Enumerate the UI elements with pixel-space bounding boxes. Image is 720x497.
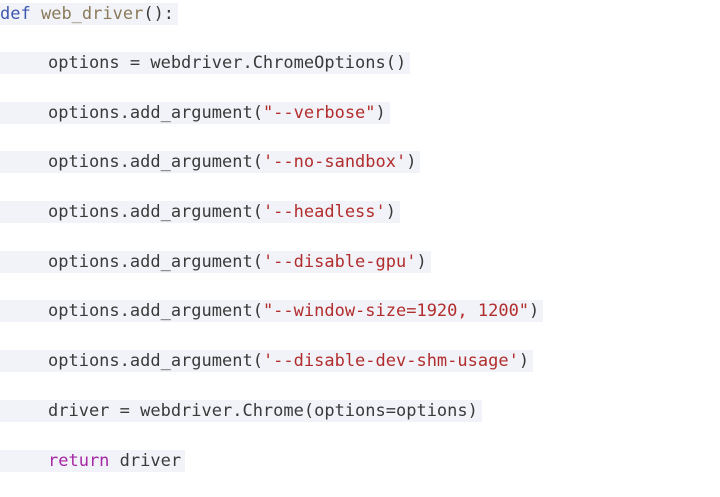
arg-call: options.add_argument( — [48, 351, 263, 371]
code-line-disable-dev-shm: options.add_argument('--disable-dev-shm-… — [0, 350, 534, 372]
arg-disable-dev-shm: '--disable-dev-shm-usage' — [262, 351, 519, 371]
def-keyword: def — [0, 4, 31, 24]
code-line-no-sandbox: options.add_argument('--no-sandbox') — [0, 151, 421, 173]
arg-close: ) — [518, 351, 530, 371]
code-line-disable-gpu: options.add_argument('--disable-gpu') — [0, 251, 431, 273]
arg-verbose: "--verbose" — [262, 103, 376, 123]
arg-close: ) — [529, 301, 540, 321]
arg-call: options.add_argument( — [48, 301, 263, 321]
arg-call: options.add_argument( — [48, 252, 263, 272]
arg-close: ) — [406, 152, 417, 172]
code-block: def web_driver(): options = webdriver.Ch… — [0, 0, 720, 497]
function-name: web_driver — [40, 4, 144, 24]
code-line-window-size: options.add_argument("--window-size=1920… — [0, 300, 544, 322]
return-keyword: return — [48, 451, 110, 471]
code-line-verbose: options.add_argument("--verbose") — [0, 102, 390, 124]
arg-close: ) — [385, 202, 397, 222]
arg-close: ) — [416, 252, 427, 272]
code-line-options: options = webdriver.ChromeOptions() — [0, 52, 411, 74]
code-line-return: return driver — [0, 450, 186, 472]
code-line-headless: options.add_argument('--headless') — [0, 201, 401, 223]
code-line-def: def web_driver(): — [0, 3, 179, 25]
arg-close: ) — [375, 103, 386, 123]
options-assignment: options = webdriver.ChromeOptions() — [48, 53, 407, 73]
return-value: driver — [119, 451, 182, 471]
arg-call: options.add_argument( — [48, 202, 263, 222]
driver-assignment: driver = webdriver.Chrome(options=option… — [48, 401, 478, 421]
signature-tail: (): — [143, 4, 175, 24]
arg-no-sandbox: '--no-sandbox' — [262, 152, 407, 172]
code-line-driver: driver = webdriver.Chrome(options=option… — [0, 400, 482, 422]
arg-window-size: "--window-size=1920, 1200" — [262, 301, 530, 321]
arg-call: options.add_argument( — [48, 103, 263, 123]
arg-disable-gpu: '--disable-gpu' — [262, 252, 417, 272]
arg-headless: '--headless' — [262, 202, 386, 222]
arg-call: options.add_argument( — [48, 152, 263, 172]
